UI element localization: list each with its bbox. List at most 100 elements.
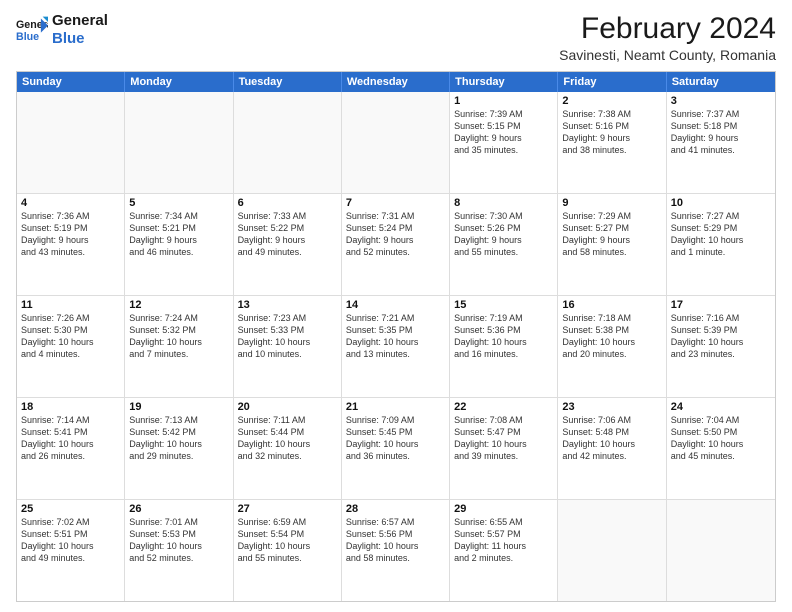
day-number: 21 <box>346 401 445 413</box>
cal-row-4: 25Sunrise: 7:02 AM Sunset: 5:51 PM Dayli… <box>17 500 775 601</box>
cal-cell-r4-c5 <box>558 500 666 601</box>
day-number: 20 <box>238 401 337 413</box>
calendar-header: Sunday Monday Tuesday Wednesday Thursday… <box>17 72 775 92</box>
cell-info: Sunrise: 7:11 AM Sunset: 5:44 PM Dayligh… <box>238 414 337 463</box>
cell-info: Sunrise: 7:19 AM Sunset: 5:36 PM Dayligh… <box>454 312 553 361</box>
day-number: 28 <box>346 503 445 515</box>
day-number: 13 <box>238 299 337 311</box>
cal-cell-r3-c0: 18Sunrise: 7:14 AM Sunset: 5:41 PM Dayli… <box>17 398 125 499</box>
calendar-body: 1Sunrise: 7:39 AM Sunset: 5:15 PM Daylig… <box>17 92 775 601</box>
cal-cell-r4-c4: 29Sunrise: 6:55 AM Sunset: 5:57 PM Dayli… <box>450 500 558 601</box>
cell-info: Sunrise: 6:55 AM Sunset: 5:57 PM Dayligh… <box>454 516 553 565</box>
day-number: 3 <box>671 95 771 107</box>
cell-info: Sunrise: 7:06 AM Sunset: 5:48 PM Dayligh… <box>562 414 661 463</box>
cal-cell-r3-c2: 20Sunrise: 7:11 AM Sunset: 5:44 PM Dayli… <box>234 398 342 499</box>
cell-info: Sunrise: 6:59 AM Sunset: 5:54 PM Dayligh… <box>238 516 337 565</box>
svg-text:Blue: Blue <box>16 31 39 43</box>
day-number: 6 <box>238 197 337 209</box>
day-number: 11 <box>21 299 120 311</box>
cal-cell-r0-c2 <box>234 92 342 193</box>
cell-info: Sunrise: 7:14 AM Sunset: 5:41 PM Dayligh… <box>21 414 120 463</box>
subtitle: Savinesti, Neamt County, Romania <box>559 47 776 63</box>
cal-cell-r2-c0: 11Sunrise: 7:26 AM Sunset: 5:30 PM Dayli… <box>17 296 125 397</box>
cell-info: Sunrise: 7:37 AM Sunset: 5:18 PM Dayligh… <box>671 108 771 157</box>
cal-cell-r4-c1: 26Sunrise: 7:01 AM Sunset: 5:53 PM Dayli… <box>125 500 233 601</box>
cal-cell-r1-c5: 9Sunrise: 7:29 AM Sunset: 5:27 PM Daylig… <box>558 194 666 295</box>
cal-cell-r3-c4: 22Sunrise: 7:08 AM Sunset: 5:47 PM Dayli… <box>450 398 558 499</box>
header-monday: Monday <box>125 72 233 92</box>
cal-cell-r1-c0: 4Sunrise: 7:36 AM Sunset: 5:19 PM Daylig… <box>17 194 125 295</box>
cal-cell-r0-c1 <box>125 92 233 193</box>
day-number: 7 <box>346 197 445 209</box>
cell-info: Sunrise: 7:16 AM Sunset: 5:39 PM Dayligh… <box>671 312 771 361</box>
header-friday: Friday <box>558 72 666 92</box>
cal-cell-r4-c6 <box>667 500 775 601</box>
header-sunday: Sunday <box>17 72 125 92</box>
header: General Blue General Blue February 2024 … <box>16 12 776 63</box>
cell-info: Sunrise: 7:09 AM Sunset: 5:45 PM Dayligh… <box>346 414 445 463</box>
cell-info: Sunrise: 7:36 AM Sunset: 5:19 PM Dayligh… <box>21 210 120 259</box>
day-number: 1 <box>454 95 553 107</box>
header-saturday: Saturday <box>667 72 775 92</box>
cell-info: Sunrise: 6:57 AM Sunset: 5:56 PM Dayligh… <box>346 516 445 565</box>
day-number: 27 <box>238 503 337 515</box>
cell-info: Sunrise: 7:24 AM Sunset: 5:32 PM Dayligh… <box>129 312 228 361</box>
cell-info: Sunrise: 7:18 AM Sunset: 5:38 PM Dayligh… <box>562 312 661 361</box>
cell-info: Sunrise: 7:34 AM Sunset: 5:21 PM Dayligh… <box>129 210 228 259</box>
day-number: 14 <box>346 299 445 311</box>
cell-info: Sunrise: 7:13 AM Sunset: 5:42 PM Dayligh… <box>129 414 228 463</box>
cell-info: Sunrise: 7:39 AM Sunset: 5:15 PM Dayligh… <box>454 108 553 157</box>
day-number: 8 <box>454 197 553 209</box>
cell-info: Sunrise: 7:01 AM Sunset: 5:53 PM Dayligh… <box>129 516 228 565</box>
cal-cell-r4-c0: 25Sunrise: 7:02 AM Sunset: 5:51 PM Dayli… <box>17 500 125 601</box>
day-number: 2 <box>562 95 661 107</box>
day-number: 15 <box>454 299 553 311</box>
cal-cell-r1-c6: 10Sunrise: 7:27 AM Sunset: 5:29 PM Dayli… <box>667 194 775 295</box>
cal-cell-r0-c5: 2Sunrise: 7:38 AM Sunset: 5:16 PM Daylig… <box>558 92 666 193</box>
day-number: 17 <box>671 299 771 311</box>
cell-info: Sunrise: 7:21 AM Sunset: 5:35 PM Dayligh… <box>346 312 445 361</box>
cal-cell-r0-c3 <box>342 92 450 193</box>
cal-cell-r3-c5: 23Sunrise: 7:06 AM Sunset: 5:48 PM Dayli… <box>558 398 666 499</box>
main-title: February 2024 <box>559 12 776 45</box>
title-section: February 2024 Savinesti, Neamt County, R… <box>559 12 776 63</box>
cal-cell-r2-c5: 16Sunrise: 7:18 AM Sunset: 5:38 PM Dayli… <box>558 296 666 397</box>
cal-cell-r3-c6: 24Sunrise: 7:04 AM Sunset: 5:50 PM Dayli… <box>667 398 775 499</box>
cell-info: Sunrise: 7:04 AM Sunset: 5:50 PM Dayligh… <box>671 414 771 463</box>
cell-info: Sunrise: 7:31 AM Sunset: 5:24 PM Dayligh… <box>346 210 445 259</box>
cal-cell-r3-c1: 19Sunrise: 7:13 AM Sunset: 5:42 PM Dayli… <box>125 398 233 499</box>
day-number: 12 <box>129 299 228 311</box>
day-number: 10 <box>671 197 771 209</box>
logo: General Blue General Blue <box>16 12 108 48</box>
day-number: 24 <box>671 401 771 413</box>
cell-info: Sunrise: 7:02 AM Sunset: 5:51 PM Dayligh… <box>21 516 120 565</box>
cal-cell-r2-c1: 12Sunrise: 7:24 AM Sunset: 5:32 PM Dayli… <box>125 296 233 397</box>
day-number: 9 <box>562 197 661 209</box>
cal-cell-r4-c3: 28Sunrise: 6:57 AM Sunset: 5:56 PM Dayli… <box>342 500 450 601</box>
page: General Blue General Blue February 2024 … <box>0 0 792 612</box>
logo-blue: Blue <box>52 30 108 48</box>
day-number: 16 <box>562 299 661 311</box>
cell-info: Sunrise: 7:23 AM Sunset: 5:33 PM Dayligh… <box>238 312 337 361</box>
cal-cell-r0-c4: 1Sunrise: 7:39 AM Sunset: 5:15 PM Daylig… <box>450 92 558 193</box>
day-number: 18 <box>21 401 120 413</box>
cal-cell-r2-c2: 13Sunrise: 7:23 AM Sunset: 5:33 PM Dayli… <box>234 296 342 397</box>
cell-info: Sunrise: 7:30 AM Sunset: 5:26 PM Dayligh… <box>454 210 553 259</box>
logo-general: General <box>52 12 108 30</box>
header-tuesday: Tuesday <box>234 72 342 92</box>
cal-row-1: 4Sunrise: 7:36 AM Sunset: 5:19 PM Daylig… <box>17 194 775 296</box>
cal-cell-r2-c3: 14Sunrise: 7:21 AM Sunset: 5:35 PM Dayli… <box>342 296 450 397</box>
cal-cell-r1-c3: 7Sunrise: 7:31 AM Sunset: 5:24 PM Daylig… <box>342 194 450 295</box>
cal-cell-r3-c3: 21Sunrise: 7:09 AM Sunset: 5:45 PM Dayli… <box>342 398 450 499</box>
cal-cell-r1-c1: 5Sunrise: 7:34 AM Sunset: 5:21 PM Daylig… <box>125 194 233 295</box>
cal-cell-r1-c2: 6Sunrise: 7:33 AM Sunset: 5:22 PM Daylig… <box>234 194 342 295</box>
cal-row-3: 18Sunrise: 7:14 AM Sunset: 5:41 PM Dayli… <box>17 398 775 500</box>
cal-row-0: 1Sunrise: 7:39 AM Sunset: 5:15 PM Daylig… <box>17 92 775 194</box>
cell-info: Sunrise: 7:26 AM Sunset: 5:30 PM Dayligh… <box>21 312 120 361</box>
day-number: 29 <box>454 503 553 515</box>
cell-info: Sunrise: 7:29 AM Sunset: 5:27 PM Dayligh… <box>562 210 661 259</box>
header-thursday: Thursday <box>450 72 558 92</box>
day-number: 4 <box>21 197 120 209</box>
day-number: 26 <box>129 503 228 515</box>
cell-info: Sunrise: 7:38 AM Sunset: 5:16 PM Dayligh… <box>562 108 661 157</box>
